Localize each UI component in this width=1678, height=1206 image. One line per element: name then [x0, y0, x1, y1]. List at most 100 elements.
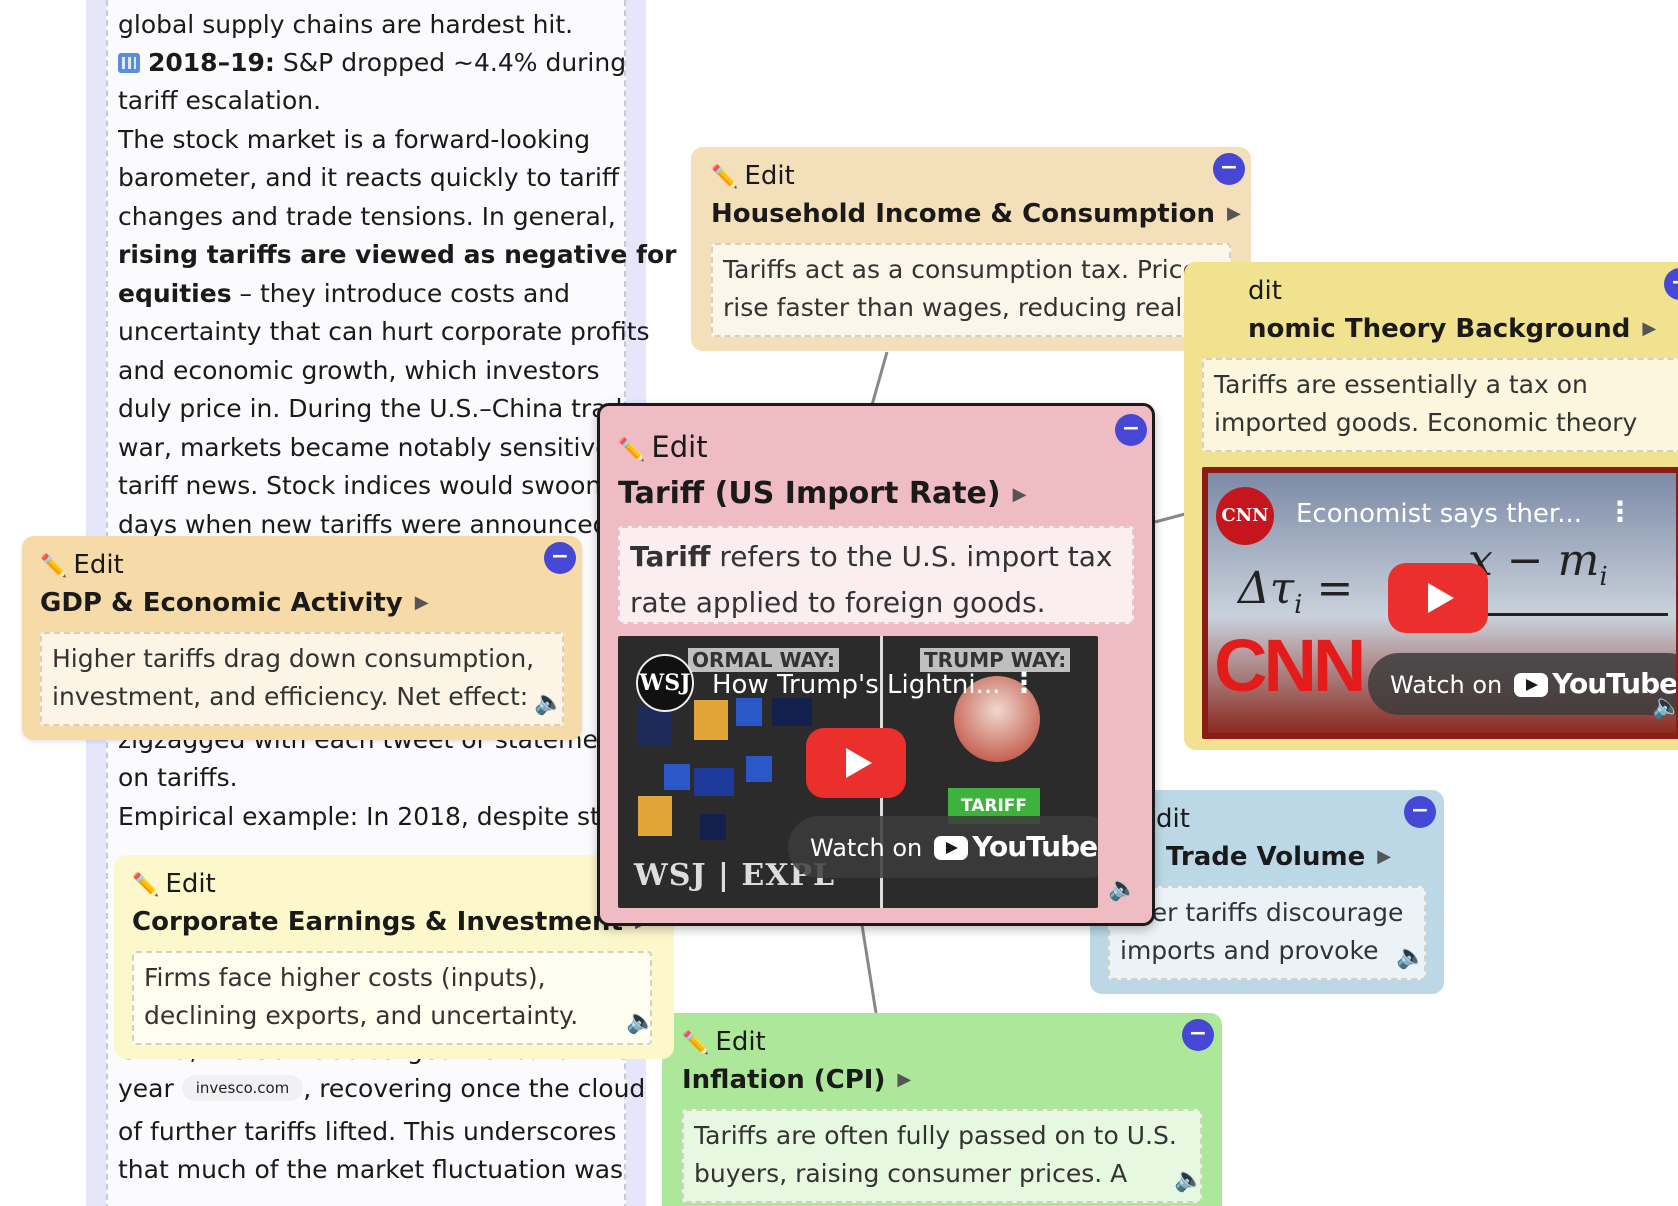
node-description: Tariffs act as a consumption tax. Prices… — [711, 243, 1231, 337]
expand-arrow-icon[interactable]: ▶ — [1377, 846, 1391, 867]
video-title: Economist says ther... — [1296, 499, 1583, 529]
collapse-button[interactable]: − — [1213, 153, 1245, 185]
edit-button[interactable]: ✏️ Edit — [711, 161, 795, 191]
node-tariff-selected[interactable]: ✏️ Edit − Tariff (US Import Rate) ▶ Tariff… — [597, 403, 1155, 926]
article-line: and economic growth, which investors — [118, 356, 600, 385]
edit-button[interactable]: dit — [1156, 804, 1190, 834]
link-household — [870, 351, 889, 406]
article-line: The stock market is a forward-looking — [118, 125, 591, 154]
node-title[interactable]: GDP & Economic Activity ▶ — [40, 588, 429, 618]
expand-arrow-icon[interactable]: ▶ — [1642, 318, 1656, 339]
article-line: 2018–19: S&P dropped ~4.4% during — [118, 44, 626, 82]
more-options-icon[interactable]: ⋮ — [1606, 495, 1634, 528]
speaker-icon[interactable]: 🔈 — [1652, 692, 1678, 720]
pencil-icon: ✏️ — [618, 438, 646, 463]
equation-graphic: x − mi — [1468, 535, 1608, 592]
edit-button[interactable]: ✏️ Edit — [132, 869, 216, 899]
youtube-logo-icon — [934, 836, 969, 860]
video-embed-cnn[interactable]: CNN Economist says ther... ⋮ Δτi = x − m… — [1202, 467, 1678, 739]
youtube-logo-icon — [1514, 673, 1549, 697]
link-theory — [1154, 512, 1186, 524]
cnn-channel-logo: CNN — [1216, 487, 1274, 545]
node-inflation-cpi[interactable]: ✏️ Edit − Inflation (CPI) ▶ Tariffs are of… — [662, 1013, 1222, 1206]
watch-on-youtube-button[interactable]: Watch on YouTube — [1368, 653, 1676, 715]
speaker-icon[interactable]: 🔈 — [626, 1007, 656, 1035]
article-line: tariff news. Stock indices would swoon o… — [118, 471, 641, 500]
edit-button[interactable]: ✏️ Edit — [682, 1027, 766, 1057]
article-line: tariff escalation. — [118, 86, 322, 115]
equation-graphic: Δτi = — [1238, 563, 1354, 620]
edit-button[interactable]: ✏️ Edit — [618, 430, 708, 464]
diagram-block — [772, 698, 812, 726]
node-corporate-earnings[interactable]: ✏️Edit Corporate Earnings & Investment▶ … — [114, 855, 674, 1059]
diagram-block — [638, 706, 672, 746]
node-description: Tariffs are often fully passed on to U.S… — [682, 1109, 1202, 1203]
speaker-icon[interactable]: 🔈 — [534, 688, 564, 716]
video-title: How Trump's Lightni... — [712, 670, 1001, 700]
wsj-channel-logo: WSJ — [636, 654, 694, 712]
speaker-icon[interactable]: 🔈 — [1396, 942, 1426, 970]
link-inflation — [860, 924, 878, 1014]
node-title[interactable]: Tariff (US Import Rate) ▶ — [618, 476, 1026, 511]
article-line: duly price in. During the U.S.–China tra… — [118, 394, 638, 423]
video-label-right: TRUMP WAY: — [920, 648, 1071, 672]
node-description: Firms face higher costs (inputs), declin… — [132, 951, 652, 1045]
expand-arrow-icon[interactable]: ▶ — [1013, 484, 1027, 505]
citation-chip[interactable]: invesco.com — [181, 1075, 304, 1101]
equation-graphic — [1468, 613, 1668, 616]
collapse-button[interactable]: − — [1664, 268, 1678, 300]
article-line: on tariffs. — [118, 763, 238, 792]
edit-button[interactable]: dit — [1248, 276, 1282, 306]
speaker-icon[interactable]: 🔈 — [1174, 1165, 1204, 1193]
article-line: year invesco.com, recovering once the cl… — [118, 1074, 646, 1103]
article-line: war, markets became notably sensitive to — [118, 433, 644, 462]
diagram-block — [736, 698, 762, 726]
node-description: gher tariffs discourage imports and prov… — [1108, 886, 1426, 980]
collapse-button[interactable]: − — [544, 542, 576, 574]
article-line: rising tariffs are viewed as negative fo… — [118, 240, 677, 269]
article-line: global supply chains are hardest hit. — [118, 10, 574, 39]
speaker-icon[interactable]: 🔈 — [1108, 874, 1138, 902]
node-economic-theory[interactable]: dit − nomic Theory Background▶ Tariffs a… — [1184, 262, 1678, 750]
node-title[interactable]: Household Income & Consumption ▶ — [711, 199, 1241, 229]
article-line: that much of the market fluctuation was — [118, 1155, 624, 1184]
expand-arrow-icon[interactable]: ▶ — [1227, 203, 1241, 224]
film-flag-icon — [118, 53, 140, 73]
node-household-income[interactable]: ✏️ Edit − Household Income & Consumption ▶… — [691, 147, 1251, 351]
article-line: uncertainty that can hurt corporate prof… — [118, 317, 650, 346]
article-line: of further tariffs lifted. This undersco… — [118, 1117, 617, 1146]
diagram-block — [638, 796, 672, 836]
node-description: Tariffs are essentially a tax on importe… — [1202, 358, 1678, 452]
diagram-block — [664, 764, 690, 790]
collapse-button[interactable]: − — [1115, 414, 1147, 446]
pencil-icon: ✏️ — [132, 873, 160, 898]
watch-on-youtube-button[interactable]: Watch on YouTube — [788, 816, 1098, 878]
video-embed-wsj[interactable]: ORMAL WAY: TRUMP WAY: TARIFF WSJ How Tru… — [618, 636, 1098, 908]
pencil-icon: ✏️ — [711, 165, 739, 190]
play-button-icon[interactable] — [1388, 563, 1488, 633]
node-title[interactable]: nomic Theory Background ▶ — [1248, 314, 1656, 344]
node-title[interactable]: Corporate Earnings & Investment▶ — [132, 907, 649, 937]
node-description: Tariff refers to the U.S. import tax rat… — [618, 526, 1134, 624]
mindmap-canvas: global supply chains are hardest hit. 20… — [0, 0, 1678, 1206]
play-button-icon[interactable] — [806, 728, 906, 798]
pencil-icon: ✏️ — [40, 554, 68, 579]
collapse-button[interactable]: − — [1182, 1019, 1214, 1051]
diagram-block — [700, 814, 726, 840]
collapse-button[interactable]: − — [1404, 796, 1436, 828]
video-label-left: ORMAL WAY: — [688, 648, 839, 672]
node-gdp[interactable]: ✏️ Edit − GDP & Economic Activity ▶ Higher… — [22, 536, 582, 740]
diagram-block — [694, 700, 728, 740]
node-description: Higher tariffs drag down consumption, in… — [40, 632, 564, 726]
more-options-icon[interactable]: ⋮ — [1010, 666, 1038, 699]
edit-button[interactable]: ✏️ Edit — [40, 550, 124, 580]
cnn-logo-overlay: CNN — [1214, 624, 1366, 707]
expand-arrow-icon[interactable]: ▶ — [415, 592, 429, 613]
article-line: changes and trade tensions. In general, — [118, 202, 616, 231]
node-title[interactable]: Inflation (CPI) ▶ — [682, 1065, 911, 1095]
diagram-block — [694, 768, 734, 796]
article-line: barometer, and it reacts quickly to tari… — [118, 163, 620, 192]
node-title[interactable]: Trade Volume ▶ — [1166, 842, 1391, 872]
pencil-icon: ✏️ — [682, 1031, 710, 1056]
expand-arrow-icon[interactable]: ▶ — [897, 1069, 911, 1090]
